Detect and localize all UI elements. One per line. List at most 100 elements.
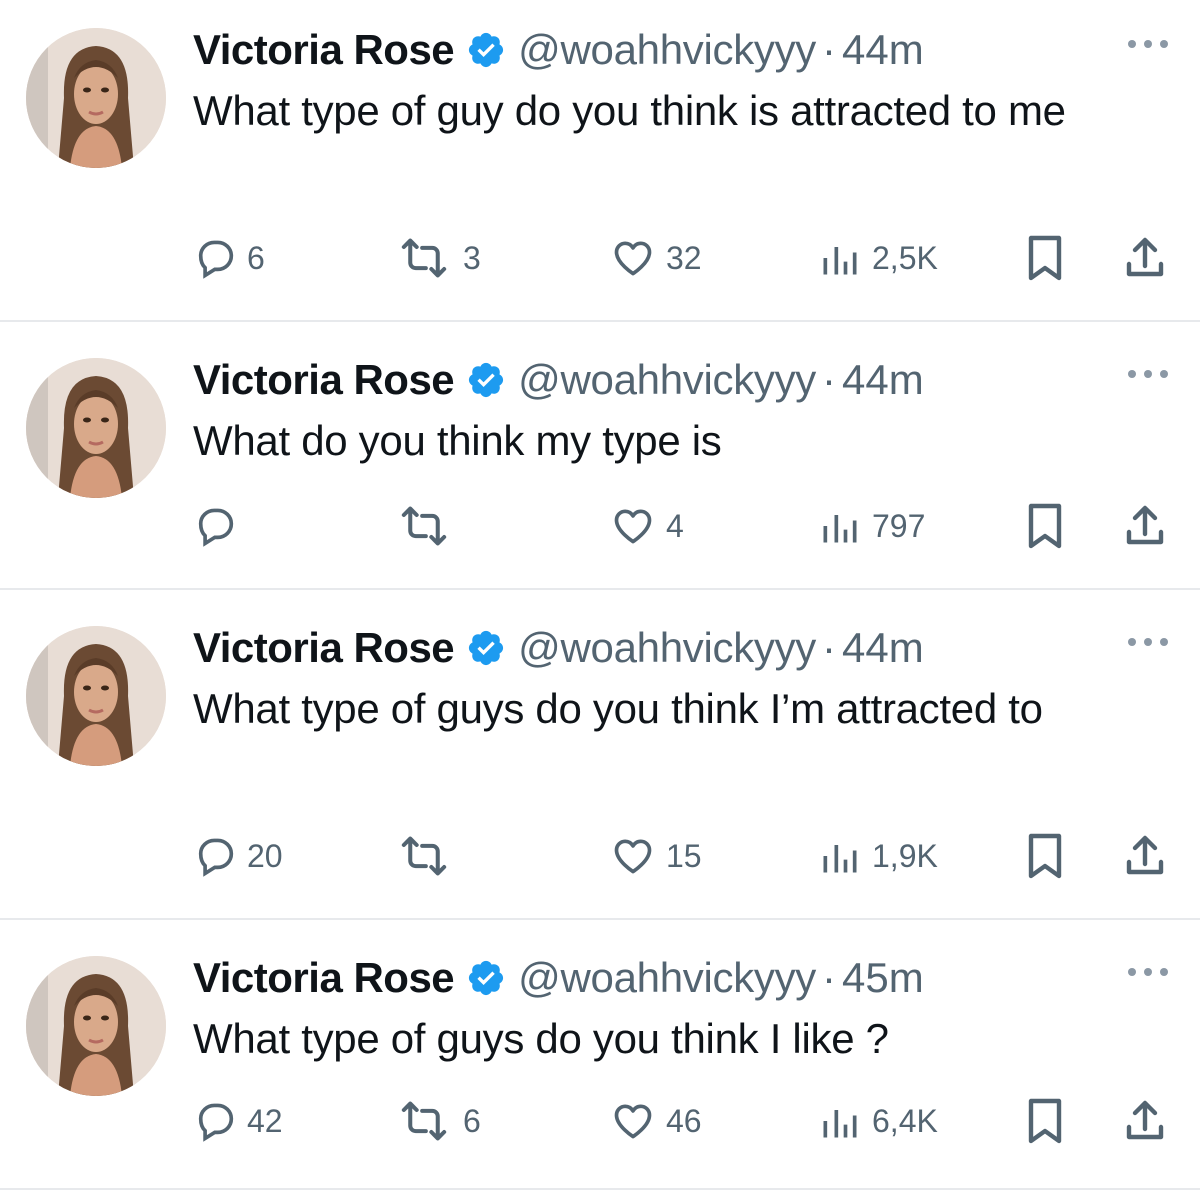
like-button[interactable]: 4	[610, 501, 684, 551]
retweet-button[interactable]	[395, 501, 463, 551]
views-icon	[823, 845, 857, 873]
avatar-photo	[26, 358, 166, 498]
handle[interactable]: @woahhvickyyy	[518, 954, 816, 1002]
heart-icon	[614, 839, 652, 874]
timestamp[interactable]: 44m	[842, 26, 924, 74]
retweet-button[interactable]	[395, 831, 463, 881]
avatar[interactable]	[26, 626, 166, 766]
more-options-icon[interactable]	[1126, 34, 1170, 54]
share-button[interactable]	[1121, 501, 1169, 551]
avatar[interactable]	[26, 956, 166, 1096]
tweet[interactable]: Victoria Rose @woahhvickyyy · 44m What d…	[0, 330, 1200, 590]
avatar[interactable]	[26, 358, 166, 498]
tweet-header: Victoria Rose @woahhvickyyy · 44m	[193, 22, 924, 78]
share-icon	[1126, 237, 1164, 277]
tweet-header: Victoria Rose @woahhvickyyy · 44m	[193, 620, 924, 676]
tweet-text: What type of guys do you think I’m attra…	[193, 685, 1043, 732]
display-name[interactable]: Victoria Rose	[193, 624, 455, 672]
display-name[interactable]: Victoria Rose	[193, 26, 455, 74]
reply-icon	[198, 508, 234, 547]
reply-button[interactable]	[193, 501, 247, 551]
more-options-icon[interactable]	[1126, 962, 1170, 982]
views-button[interactable]: 797	[818, 501, 925, 551]
verified-badge-icon	[469, 32, 504, 68]
like-button[interactable]: 46	[610, 1096, 702, 1146]
verified-badge-icon	[469, 630, 504, 666]
retweet-icon	[401, 836, 447, 876]
tweet[interactable]: Victoria Rose @woahhvickyyy · 45m What t…	[0, 928, 1200, 1190]
display-name[interactable]: Victoria Rose	[193, 356, 455, 404]
views-button[interactable]: 1,9K	[818, 831, 938, 881]
tweet-actions: 42 6 46 6,4K	[0, 1096, 1200, 1146]
tweet-header: Victoria Rose @woahhvickyyy · 45m	[193, 950, 924, 1006]
timestamp[interactable]: 44m	[842, 624, 924, 672]
display-name[interactable]: Victoria Rose	[193, 954, 455, 1002]
reply-count: 6	[247, 239, 265, 276]
share-button[interactable]	[1121, 233, 1169, 283]
views-button[interactable]: 2,5K	[818, 233, 938, 283]
reply-icon	[198, 1103, 234, 1142]
reply-button[interactable]: 20	[193, 831, 283, 881]
view-count: 6,4K	[872, 1102, 938, 1139]
bookmark-icon	[1028, 503, 1062, 549]
handle[interactable]: @woahhvickyyy	[518, 356, 816, 404]
bookmark-button[interactable]	[1024, 831, 1066, 881]
reply-button[interactable]: 42	[193, 1096, 283, 1146]
share-icon	[1126, 505, 1164, 545]
share-button[interactable]	[1121, 1096, 1169, 1146]
retweet-button[interactable]: 6	[395, 1096, 481, 1146]
avatar-photo	[26, 626, 166, 766]
tweet-header: Victoria Rose @woahhvickyyy · 44m	[193, 352, 924, 408]
bookmark-icon	[1028, 1098, 1062, 1144]
separator-dot: ·	[822, 356, 837, 403]
like-count: 4	[666, 507, 684, 544]
more-options-icon[interactable]	[1126, 364, 1170, 384]
reply-icon	[198, 838, 234, 877]
like-button[interactable]: 32	[610, 233, 702, 283]
views-button[interactable]: 6,4K	[818, 1096, 938, 1146]
bookmark-button[interactable]	[1024, 233, 1066, 283]
reply-count: 20	[247, 837, 283, 874]
tweet-actions: 4 797	[0, 501, 1200, 551]
avatar-photo	[26, 28, 166, 168]
retweet-icon	[401, 506, 447, 546]
tweet-text: What type of guy do you think is attract…	[193, 87, 1066, 134]
handle[interactable]: @woahhvickyyy	[518, 26, 816, 74]
view-count: 2,5K	[872, 239, 938, 276]
heart-icon	[614, 241, 652, 276]
share-button[interactable]	[1121, 831, 1169, 881]
like-count: 15	[666, 837, 702, 874]
reply-button[interactable]: 6	[193, 233, 265, 283]
share-icon	[1126, 1100, 1164, 1140]
tweet-text: What do you think my type is	[193, 417, 722, 464]
separator-dot: ·	[822, 954, 837, 1001]
avatar-photo	[26, 956, 166, 1096]
views-icon	[823, 1110, 857, 1138]
bookmark-button[interactable]	[1024, 501, 1066, 551]
like-button[interactable]: 15	[610, 831, 702, 881]
tweet-actions: 20 15 1,9K	[0, 831, 1200, 881]
heart-icon	[614, 1104, 652, 1139]
timestamp[interactable]: 45m	[842, 954, 924, 1002]
like-count: 46	[666, 1102, 702, 1139]
tweet-feed: Victoria Rose @woahhvickyyy · 44m What t…	[0, 0, 1200, 1195]
view-count: 1,9K	[872, 837, 938, 874]
more-options-icon[interactable]	[1126, 632, 1170, 652]
avatar[interactable]	[26, 28, 166, 168]
bookmark-icon	[1028, 833, 1062, 879]
like-count: 32	[666, 239, 702, 276]
retweet-button[interactable]: 3	[395, 233, 481, 283]
bookmark-button[interactable]	[1024, 1096, 1066, 1146]
tweet[interactable]: Victoria Rose @woahhvickyyy · 44m What t…	[0, 0, 1200, 322]
bookmark-icon	[1028, 235, 1062, 281]
view-count: 797	[872, 507, 926, 544]
retweet-count: 6	[463, 1102, 481, 1139]
tweet[interactable]: Victoria Rose @woahhvickyyy · 44m What t…	[0, 598, 1200, 920]
views-icon	[823, 247, 857, 275]
retweet-count: 3	[463, 239, 481, 276]
handle[interactable]: @woahhvickyyy	[518, 624, 816, 672]
separator-dot: ·	[822, 624, 837, 671]
views-icon	[823, 515, 857, 543]
verified-badge-icon	[469, 362, 504, 398]
timestamp[interactable]: 44m	[842, 356, 924, 404]
